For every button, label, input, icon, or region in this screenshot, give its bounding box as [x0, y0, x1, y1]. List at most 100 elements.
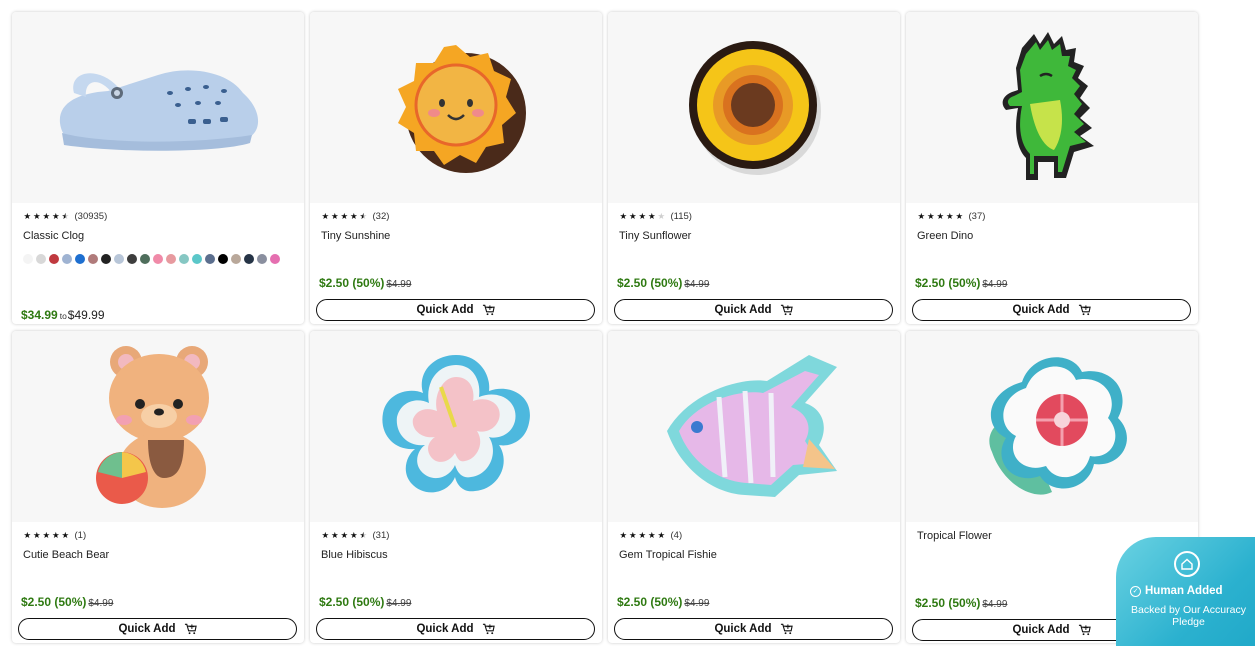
price: $2.50 (50%) $4.99 [617, 276, 709, 290]
quick-add-button[interactable]: Quick Add [614, 299, 893, 321]
product-name[interactable]: Blue Hibiscus [321, 549, 592, 563]
cart-plus-icon [482, 304, 495, 316]
product-image[interactable] [608, 12, 900, 203]
cart-plus-icon [780, 304, 793, 316]
badge-title-text: Human Added [1145, 585, 1223, 597]
star-icon: ★ [926, 211, 935, 221]
star-icon: ★ [917, 211, 926, 221]
star-icon: ★ [61, 530, 70, 540]
quick-add-label: Quick Add [714, 623, 772, 635]
star-icon: ★ [32, 211, 41, 221]
product-card[interactable]: ★ ★ ★ ★ ★ (115) Tiny Sunflower $2.50 (50%) $4.… [608, 12, 900, 324]
star-icon: ★ [955, 211, 964, 221]
color-swatch[interactable] [244, 254, 254, 264]
color-swatch[interactable] [23, 254, 33, 264]
price: $2.50 (50%) $4.99 [617, 595, 709, 609]
quick-add-label: Quick Add [416, 623, 474, 635]
color-swatch[interactable] [179, 254, 189, 264]
price-high: $49.99 [67, 308, 105, 322]
product-image[interactable] [906, 12, 1198, 203]
color-swatch[interactable] [231, 254, 241, 264]
quick-add-label: Quick Add [118, 623, 176, 635]
review-count: (31) [372, 529, 390, 541]
review-count: (4) [670, 529, 683, 541]
star-icon: ★ [638, 530, 647, 540]
color-swatch[interactable] [101, 254, 111, 264]
product-card[interactable]: ★ ★ ★ ★ ★ (4) Gem Tropical Fishie $2.50 (50%)… [608, 331, 900, 643]
star-icon: ★ [945, 211, 954, 221]
original-price: $4.99 [684, 279, 710, 290]
star-icon: ★ [628, 530, 637, 540]
color-swatch[interactable] [270, 254, 280, 264]
product-card[interactable]: ★ ★ ★ ★ ★ (1) Cutie Beach Bear $2.50 (50%) $4.… [12, 331, 304, 643]
color-swatch[interactable] [36, 254, 46, 264]
color-swatch[interactable] [62, 254, 72, 264]
product-name[interactable]: Tiny Sunflower [619, 230, 890, 244]
cart-plus-icon [482, 623, 495, 635]
sale-price: $2.50 (50%) [617, 276, 683, 290]
original-price: $4.99 [684, 598, 710, 609]
star-icon: ★ [42, 530, 51, 540]
star-icon: ★ [51, 211, 60, 221]
gem-tropical-fishie-charm-image [667, 354, 837, 497]
color-swatch[interactable] [49, 254, 59, 264]
star-icon: ★ [23, 530, 32, 540]
color-swatch[interactable] [88, 254, 98, 264]
product-image[interactable] [906, 331, 1198, 522]
color-swatch[interactable] [140, 254, 150, 264]
review-count: (32) [372, 210, 390, 222]
price: $2.50 (50%) $4.99 [915, 596, 1007, 610]
star-rating: ★ ★ ★ ★ ★ (31) [321, 529, 592, 541]
color-swatch[interactable] [75, 254, 85, 264]
product-image[interactable] [12, 12, 304, 203]
product-card[interactable]: ★ ★ ★ ★ ★ (30935) Classic Clog $34.99 to$49.99 [12, 12, 304, 324]
product-image[interactable] [12, 331, 304, 522]
color-swatch[interactable] [192, 254, 202, 264]
color-swatch[interactable] [218, 254, 228, 264]
color-swatch[interactable] [127, 254, 137, 264]
star-rating: ★ ★ ★ ★ ★ (30935) [23, 210, 294, 222]
color-swatch[interactable] [114, 254, 124, 264]
star-icon: ★ [340, 211, 349, 221]
price-range: $34.99 to$49.99 [21, 308, 105, 322]
product-name[interactable]: Classic Clog [23, 230, 294, 244]
color-swatch[interactable] [205, 254, 215, 264]
sale-price: $2.50 (50%) [915, 596, 981, 610]
product-image[interactable] [310, 12, 602, 203]
original-price: $4.99 [982, 279, 1008, 290]
quick-add-button[interactable]: Quick Add [316, 299, 595, 321]
sale-price: $2.50 (50%) [319, 276, 385, 290]
product-name[interactable]: Green Dino [917, 230, 1188, 244]
review-count: (37) [968, 210, 986, 222]
original-price: $4.99 [386, 279, 412, 290]
product-card[interactable]: ★ ★ ★ ★ ★ (37) Green Dino $2.50 (50%) $4.99 Qu… [906, 12, 1198, 324]
price: $2.50 (50%) $4.99 [319, 276, 411, 290]
product-name[interactable]: Cutie Beach Bear [23, 549, 294, 563]
quick-add-button[interactable]: Quick Add [614, 618, 893, 640]
color-swatch[interactable] [153, 254, 163, 264]
product-name[interactable]: Tiny Sunshine [321, 230, 592, 244]
product-card[interactable]: ★ ★ ★ ★ ★ (31) Blue Hibiscus $2.50 (50%) $4.99… [310, 331, 602, 643]
tiny-sunflower-charm-image [689, 40, 821, 175]
color-swatch[interactable] [257, 254, 267, 264]
cutie-beach-bear-charm-image [96, 345, 209, 508]
sale-price: $2.50 (50%) [617, 595, 683, 609]
quick-add-button[interactable]: Quick Add [912, 299, 1191, 321]
color-swatch[interactable] [166, 254, 176, 264]
product-image[interactable] [310, 331, 602, 522]
price-to: to [59, 311, 67, 321]
quick-add-label: Quick Add [416, 304, 474, 316]
star-icon: ★ [51, 530, 60, 540]
price: $2.50 (50%) $4.99 [915, 276, 1007, 290]
cart-plus-icon [780, 623, 793, 635]
product-image[interactable] [608, 331, 900, 522]
cart-plus-icon [1078, 624, 1091, 636]
human-added-badge[interactable]: ✓ Human Added Backed by Our Accuracy Ple… [1116, 537, 1255, 646]
badge-subtitle: Backed by Our Accuracy Pledge [1131, 604, 1246, 628]
badge-title: ✓ Human Added [1130, 585, 1223, 597]
product-card[interactable]: ★ ★ ★ ★ ★ (32) Tiny Sunshine $2.50 (50%) $4.99… [310, 12, 602, 324]
quick-add-button[interactable]: Quick Add [316, 618, 595, 640]
quick-add-button[interactable]: Quick Add [18, 618, 297, 640]
product-name[interactable]: Gem Tropical Fishie [619, 549, 890, 563]
original-price: $4.99 [88, 598, 114, 609]
